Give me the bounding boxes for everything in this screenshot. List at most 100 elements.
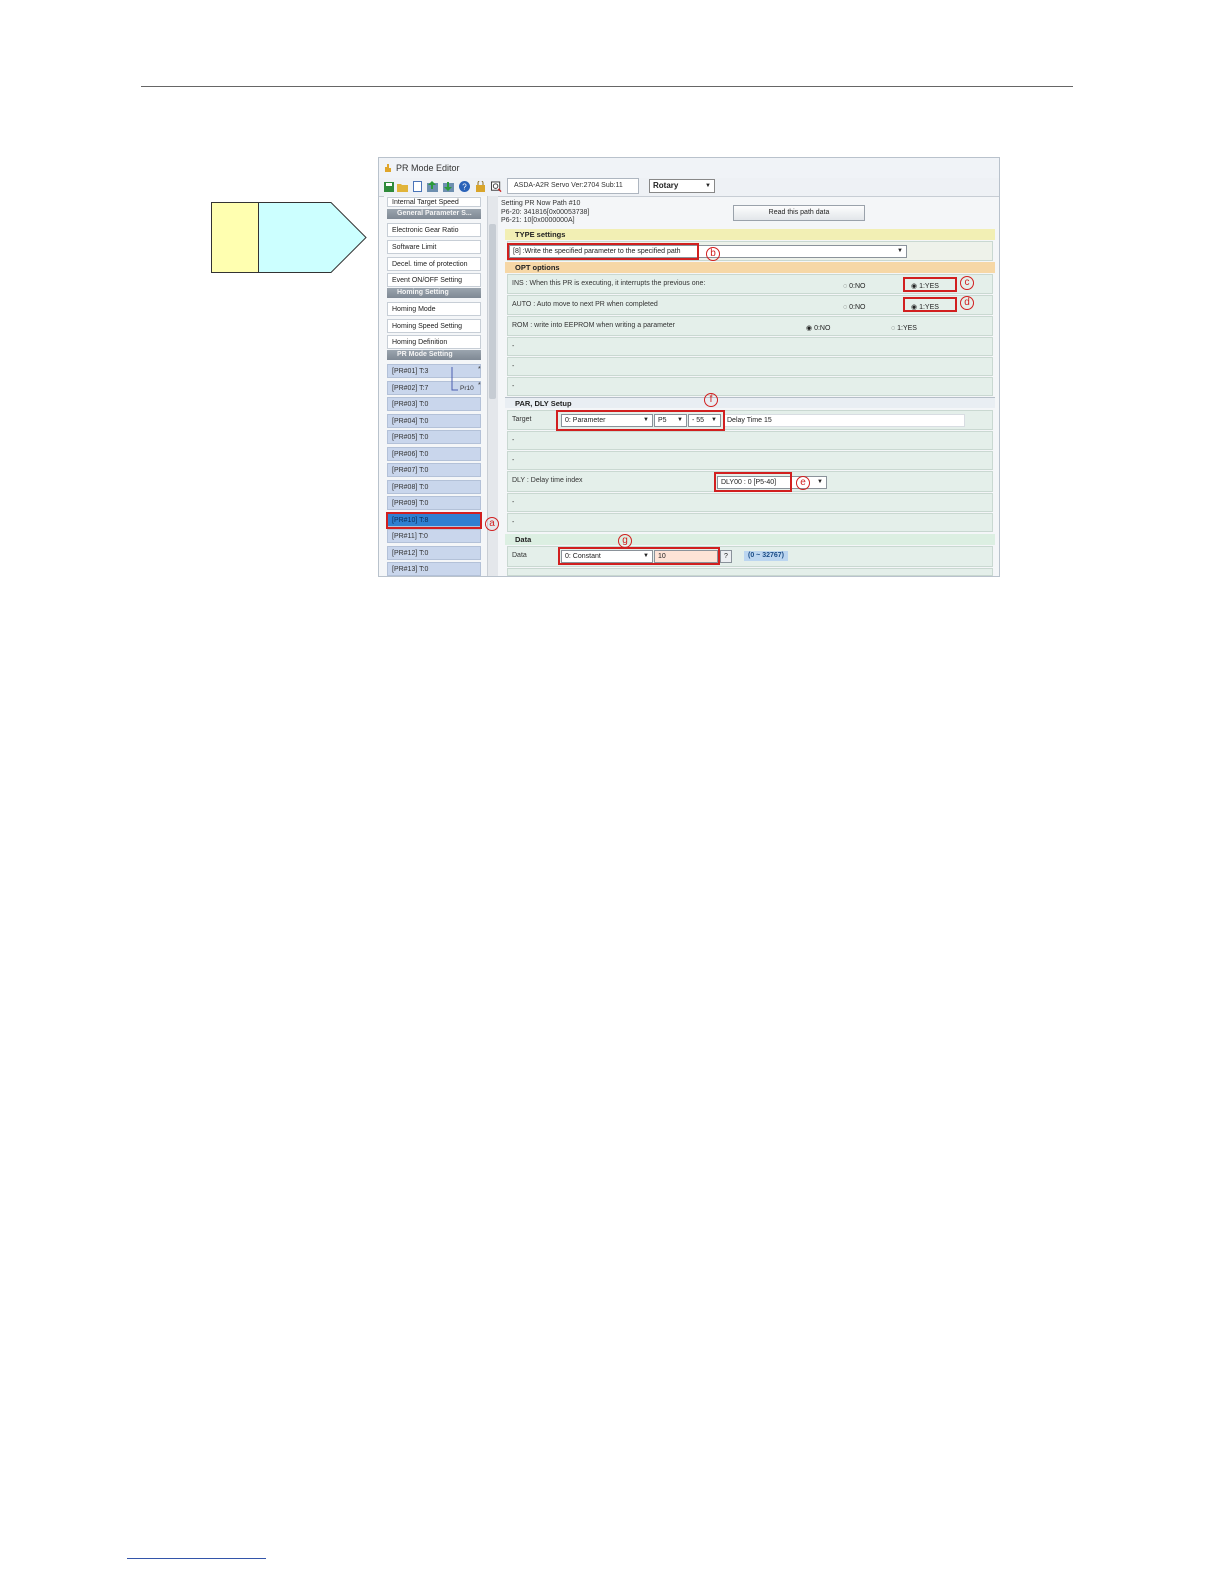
chevron-down-icon: ▼	[705, 183, 711, 189]
par-empty-row: -	[507, 513, 993, 532]
app-icon	[385, 164, 391, 172]
callout-b: b	[706, 247, 720, 261]
step-arrow-graphic	[211, 202, 367, 273]
callout-c: c	[960, 276, 974, 290]
ins-no-label: 0:NO	[849, 283, 866, 290]
delay-time-field[interactable]: Delay Time 15	[723, 414, 965, 427]
svg-text:?: ?	[462, 183, 467, 192]
pr-row[interactable]: [PR#07] T:0	[387, 463, 481, 477]
par-empty-row: -	[507, 431, 993, 450]
pr-mode-editor-window: PR Mode Editor ? ASDA-A2R Servo Ver:2704…	[378, 157, 1000, 577]
read-path-label: Read this path data	[768, 209, 830, 216]
highlight-box-d	[903, 297, 957, 312]
pr-row[interactable]: [PR#04] T:0	[387, 414, 481, 428]
upload-icon[interactable]	[427, 181, 438, 192]
parameter-tree-panel: Internal Target Speed General Parameter …	[384, 196, 498, 576]
opt-options-header[interactable]: OPT options	[505, 262, 995, 273]
pr-row[interactable]: [PR#03] T:0	[387, 397, 481, 411]
tree-item-homing-definition[interactable]: Homing Definition	[387, 335, 481, 349]
tree-item-homing-speed[interactable]: Homing Speed Setting	[387, 319, 481, 333]
group-header-general[interactable]: General Parameter S...	[387, 209, 481, 219]
tree-item-homing-mode[interactable]: Homing Mode	[387, 302, 481, 316]
type-settings-header[interactable]: TYPE settings	[505, 229, 995, 240]
tree-item-decel-time[interactable]: Decel. time of protection	[387, 257, 481, 271]
svg-text:*: *	[478, 382, 481, 389]
opt-rom-row: ROM : write into EEPROM when writing a p…	[507, 316, 993, 336]
rom-no-label: 0:NO	[814, 325, 831, 332]
pr-row[interactable]: [PR#11] T:0	[387, 529, 481, 543]
highlight-box-c	[903, 277, 957, 292]
pr-row[interactable]: [PR#06] T:0	[387, 447, 481, 461]
callout-d: d	[960, 296, 974, 310]
placeholder-dash: -	[512, 499, 515, 506]
data-next-row	[507, 568, 993, 576]
pr-link-label: Pr10	[460, 385, 474, 392]
delay-time-text: Delay Time 15	[727, 417, 772, 424]
placeholder-dash: -	[512, 457, 515, 464]
toolbar: ? ASDA-A2R Servo Ver:2704 Sub:11 Rotary ▼	[379, 178, 999, 197]
data-header[interactable]: Data	[505, 534, 995, 545]
auto-no-radio[interactable]: ◌ 0:NO	[843, 303, 865, 313]
auto-label: AUTO : Auto move to next PR when complet…	[512, 301, 658, 308]
tree-item-event-on-off[interactable]: Event ON/OFF Setting	[387, 273, 481, 287]
new-document-icon[interactable]	[412, 181, 423, 192]
pr-row[interactable]: [PR#08] T:0	[387, 480, 481, 494]
pr-row[interactable]: [PR#09] T:0	[387, 496, 481, 510]
par-dly-header[interactable]: PAR, DLY Setup	[505, 397, 995, 408]
callout-e: e	[796, 476, 810, 490]
save-icon[interactable]	[383, 181, 394, 192]
pr-row[interactable]: [PR#13] T:0	[387, 562, 481, 576]
par-empty-row: -	[507, 451, 993, 470]
footer-rule	[127, 1558, 266, 1559]
tree-item-internal-target-speed[interactable]: Internal Target Speed	[387, 197, 481, 207]
data-label: Data	[512, 552, 527, 559]
read-path-button[interactable]: Read this path data	[733, 205, 865, 221]
device-tab[interactable]: ASDA-A2R Servo Ver:2704 Sub:11	[507, 178, 639, 194]
section-title: OPT options	[515, 263, 560, 272]
window-title: PR Mode Editor	[396, 163, 460, 173]
tree-item-software-limit[interactable]: Software Limit	[387, 240, 481, 254]
callout-a: a	[485, 517, 499, 531]
highlight-box-f	[556, 410, 725, 431]
highlight-box-e	[714, 472, 792, 492]
group-header-pr-mode[interactable]: PR Mode Setting	[387, 350, 481, 360]
help-icon[interactable]: ?	[459, 181, 470, 192]
auto-no-label: 0:NO	[849, 304, 866, 311]
highlight-box-a	[386, 512, 482, 529]
placeholder-dash: -	[512, 343, 515, 350]
open-folder-icon[interactable]	[397, 181, 408, 192]
path-info: Setting PR Now Path #10 P6-20: 341816[0x…	[501, 200, 589, 226]
section-title: PAR, DLY Setup	[515, 399, 572, 408]
pr-row[interactable]: [PR#12] T:0	[387, 546, 481, 560]
search-icon[interactable]	[491, 181, 502, 192]
ins-no-radio[interactable]: ◌ 0:NO	[843, 282, 865, 292]
pr-row[interactable]: [PR#05] T:0	[387, 430, 481, 444]
rom-no-radio[interactable]: ◉ 0:NO	[806, 324, 830, 334]
path-info-line: P6-20: 341816[0x00053738]	[501, 208, 590, 216]
group-header-homing[interactable]: Homing Setting	[387, 288, 481, 298]
svg-text:*: *	[478, 366, 481, 373]
scrollbar-thumb[interactable]	[489, 224, 496, 399]
path-info-line: P6-21: 10[0x0000000A]	[501, 217, 575, 224]
highlight-box-b	[507, 243, 699, 260]
rom-label: ROM : write into EEPROM when writing a p…	[512, 322, 675, 329]
data-help-button[interactable]: ?	[720, 550, 732, 563]
mode-select[interactable]: Rotary ▼	[649, 179, 715, 193]
title-bar: PR Mode Editor	[379, 158, 999, 178]
target-label: Target	[512, 416, 532, 423]
rom-yes-radio[interactable]: ◌ 1:YES	[891, 324, 917, 334]
opt-empty-row: -	[507, 357, 993, 376]
tree-item-electronic-gear-ratio[interactable]: Electronic Gear Ratio	[387, 223, 481, 237]
dly-label: DLY : Delay time index	[512, 477, 583, 484]
help-glyph: ?	[724, 553, 728, 560]
section-title: TYPE settings	[515, 230, 566, 239]
download-icon[interactable]	[443, 181, 454, 192]
path-settings-panel: Setting PR Now Path #10 P6-20: 341816[0x…	[501, 196, 999, 576]
opt-empty-row: -	[507, 377, 993, 396]
lock-icon[interactable]	[475, 181, 486, 192]
section-title: Data	[515, 535, 532, 544]
chevron-down-icon: ▼	[897, 248, 903, 254]
path-info-line: Setting PR Now Path #10	[501, 200, 581, 207]
placeholder-dash: -	[512, 363, 515, 370]
top-rule	[141, 86, 1073, 87]
